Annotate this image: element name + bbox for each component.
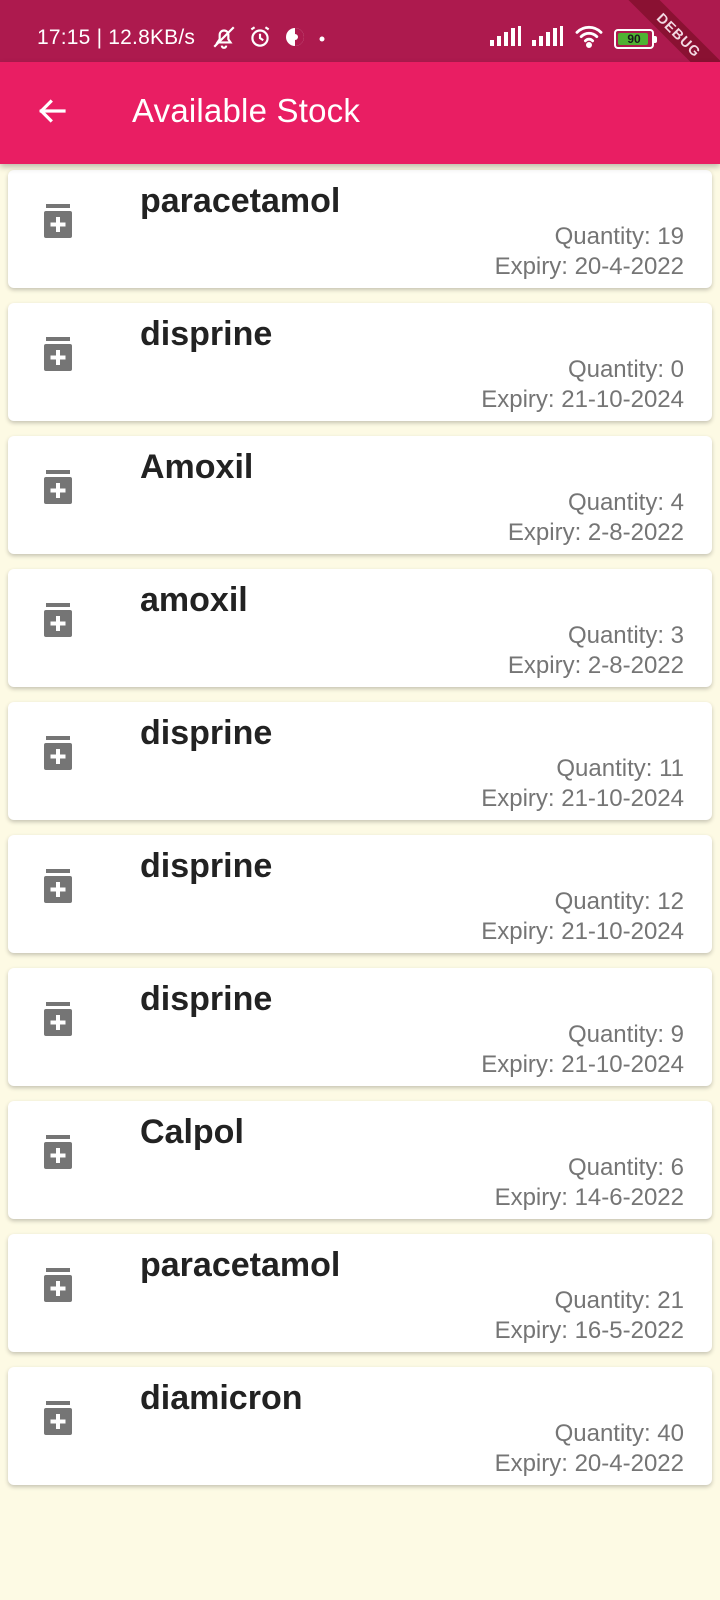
arrow-back-icon (36, 95, 68, 132)
medicine-box-icon (44, 1268, 72, 1302)
medicine-box-icon (44, 736, 72, 770)
stock-item-name: disprine (140, 980, 273, 1018)
stock-item-quantity: Quantity: 4 (567, 489, 684, 516)
stock-item-name: disprine (140, 847, 273, 885)
stock-item-name: paracetamol (140, 182, 341, 220)
alarm-icon (247, 24, 273, 55)
stock-item-quantity: Quantity: 21 (554, 1287, 684, 1314)
medicine-box-icon (44, 869, 72, 903)
status-time: 17:15 | 12.8KB/s (37, 26, 196, 49)
medicine-box-icon (44, 603, 72, 637)
stock-item-card[interactable]: disprine Quantity: 12 Expiry: 21-10-2024 (8, 835, 712, 953)
status-bar: 17:15 | 12.8KB/s 90 (0, 0, 720, 62)
status-icons-right: 90 (490, 24, 657, 53)
medicine-box-icon (44, 204, 72, 238)
medicine-box-icon (44, 470, 72, 504)
stock-item-expiry: Expiry: 20-4-2022 (494, 253, 684, 280)
stock-item-name: paracetamol (140, 1246, 341, 1284)
stock-list[interactable]: paracetamol Quantity: 19 Expiry: 20-4-2022… (0, 164, 720, 1500)
stock-item-name: Calpol (140, 1113, 244, 1151)
dot-icon (317, 31, 327, 49)
battery-icon: 90 (614, 28, 657, 49)
stock-item-expiry: Expiry: 21-10-2024 (481, 1051, 684, 1078)
stock-item-card[interactable]: Calpol Quantity: 6 Expiry: 14-6-2022 (8, 1101, 712, 1219)
stock-item-name: Amoxil (140, 448, 254, 486)
stock-item-quantity: Quantity: 6 (567, 1154, 684, 1181)
stock-item-quantity: Quantity: 19 (554, 223, 684, 250)
medicine-box-icon (44, 1135, 72, 1169)
stock-item-card[interactable]: Amoxil Quantity: 4 Expiry: 2-8-2022 (8, 436, 712, 554)
stock-item-card[interactable]: disprine Quantity: 0 Expiry: 21-10-2024 (8, 303, 712, 421)
page-title: Available Stock (132, 92, 361, 129)
signal-icon (490, 26, 522, 51)
data-saver-icon (283, 25, 307, 54)
stock-item-card[interactable]: paracetamol Quantity: 21 Expiry: 16-5-2022 (8, 1234, 712, 1352)
stock-item-quantity: Quantity: 3 (567, 622, 684, 649)
stock-item-card[interactable]: amoxil Quantity: 3 Expiry: 2-8-2022 (8, 569, 712, 687)
stock-item-quantity: Quantity: 40 (554, 1420, 684, 1447)
stock-item-card[interactable]: disprine Quantity: 9 Expiry: 21-10-2024 (8, 968, 712, 1086)
stock-item-name: diamicron (140, 1379, 303, 1417)
medicine-box-icon (44, 1002, 72, 1036)
stock-item-card[interactable]: disprine Quantity: 11 Expiry: 21-10-2024 (8, 702, 712, 820)
stock-item-expiry: Expiry: 16-5-2022 (494, 1317, 684, 1344)
signal-icon (532, 26, 564, 51)
stock-item-expiry: Expiry: 21-10-2024 (481, 918, 684, 945)
battery-level: 90 (627, 31, 641, 46)
stock-item-expiry: Expiry: 14-6-2022 (494, 1184, 684, 1211)
app-bar: Available Stock (0, 62, 720, 164)
stock-item-name: disprine (140, 714, 273, 752)
status-icons-left (211, 24, 327, 55)
stock-item-expiry: Expiry: 21-10-2024 (481, 386, 684, 413)
medicine-box-icon (44, 1401, 72, 1435)
stock-item-name: amoxil (140, 581, 248, 619)
back-button[interactable] (26, 87, 78, 139)
bell-off-icon (211, 24, 237, 55)
stock-item-card[interactable]: paracetamol Quantity: 19 Expiry: 20-4-2022 (8, 170, 712, 288)
stock-item-quantity: Quantity: 9 (567, 1021, 684, 1048)
stock-item-expiry: Expiry: 21-10-2024 (481, 785, 684, 812)
stock-item-quantity: Quantity: 11 (556, 755, 684, 782)
stock-item-quantity: Quantity: 0 (567, 356, 684, 383)
stock-item-card[interactable]: diamicron Quantity: 40 Expiry: 20-4-2022 (8, 1367, 712, 1485)
wifi-icon (574, 24, 604, 53)
stock-item-expiry: Expiry: 2-8-2022 (507, 652, 684, 679)
stock-item-quantity: Quantity: 12 (554, 888, 684, 915)
medicine-box-icon (44, 337, 72, 371)
stock-item-expiry: Expiry: 2-8-2022 (507, 519, 684, 546)
stock-item-name: disprine (140, 315, 273, 353)
stock-item-expiry: Expiry: 20-4-2022 (494, 1450, 684, 1477)
